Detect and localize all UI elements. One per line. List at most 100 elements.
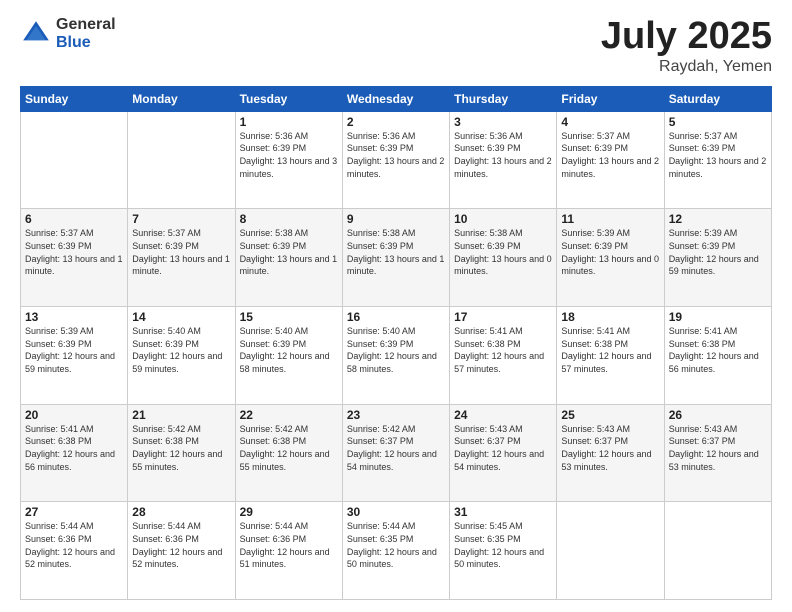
header-friday: Friday xyxy=(557,86,664,111)
day-info: Sunrise: 5:44 AM Sunset: 6:36 PM Dayligh… xyxy=(240,520,338,570)
day-info: Sunrise: 5:39 AM Sunset: 6:39 PM Dayligh… xyxy=(669,227,767,277)
day-number: 14 xyxy=(132,310,230,324)
day-info: Sunrise: 5:44 AM Sunset: 6:36 PM Dayligh… xyxy=(132,520,230,570)
calendar-cell: 18Sunrise: 5:41 AM Sunset: 6:38 PM Dayli… xyxy=(557,307,664,405)
day-info: Sunrise: 5:38 AM Sunset: 6:39 PM Dayligh… xyxy=(454,227,552,277)
day-info: Sunrise: 5:39 AM Sunset: 6:39 PM Dayligh… xyxy=(25,325,123,375)
day-info: Sunrise: 5:40 AM Sunset: 6:39 PM Dayligh… xyxy=(347,325,445,375)
day-info: Sunrise: 5:37 AM Sunset: 6:39 PM Dayligh… xyxy=(132,227,230,277)
calendar-cell: 16Sunrise: 5:40 AM Sunset: 6:39 PM Dayli… xyxy=(342,307,449,405)
day-info: Sunrise: 5:37 AM Sunset: 6:39 PM Dayligh… xyxy=(25,227,123,277)
day-number: 16 xyxy=(347,310,445,324)
header: General Blue July 2025 Raydah, Yemen xyxy=(20,16,772,76)
day-info: Sunrise: 5:44 AM Sunset: 6:35 PM Dayligh… xyxy=(347,520,445,570)
calendar-cell: 6Sunrise: 5:37 AM Sunset: 6:39 PM Daylig… xyxy=(21,209,128,307)
calendar-cell: 13Sunrise: 5:39 AM Sunset: 6:39 PM Dayli… xyxy=(21,307,128,405)
day-info: Sunrise: 5:40 AM Sunset: 6:39 PM Dayligh… xyxy=(132,325,230,375)
calendar-cell: 24Sunrise: 5:43 AM Sunset: 6:37 PM Dayli… xyxy=(450,404,557,502)
calendar-cell: 25Sunrise: 5:43 AM Sunset: 6:37 PM Dayli… xyxy=(557,404,664,502)
day-number: 17 xyxy=(454,310,552,324)
calendar-cell: 10Sunrise: 5:38 AM Sunset: 6:39 PM Dayli… xyxy=(450,209,557,307)
day-info: Sunrise: 5:41 AM Sunset: 6:38 PM Dayligh… xyxy=(454,325,552,375)
title-block: July 2025 Raydah, Yemen xyxy=(601,16,772,76)
day-info: Sunrise: 5:40 AM Sunset: 6:39 PM Dayligh… xyxy=(240,325,338,375)
day-info: Sunrise: 5:41 AM Sunset: 6:38 PM Dayligh… xyxy=(561,325,659,375)
day-info: Sunrise: 5:38 AM Sunset: 6:39 PM Dayligh… xyxy=(240,227,338,277)
calendar-cell: 22Sunrise: 5:42 AM Sunset: 6:38 PM Dayli… xyxy=(235,404,342,502)
calendar-cell: 29Sunrise: 5:44 AM Sunset: 6:36 PM Dayli… xyxy=(235,502,342,600)
day-number: 5 xyxy=(669,115,767,129)
calendar-cell: 27Sunrise: 5:44 AM Sunset: 6:36 PM Dayli… xyxy=(21,502,128,600)
calendar-cell: 30Sunrise: 5:44 AM Sunset: 6:35 PM Dayli… xyxy=(342,502,449,600)
day-number: 8 xyxy=(240,212,338,226)
day-info: Sunrise: 5:42 AM Sunset: 6:37 PM Dayligh… xyxy=(347,423,445,473)
page: General Blue July 2025 Raydah, Yemen Sun… xyxy=(0,0,792,612)
calendar-cell: 12Sunrise: 5:39 AM Sunset: 6:39 PM Dayli… xyxy=(664,209,771,307)
day-number: 27 xyxy=(25,505,123,519)
calendar-cell: 8Sunrise: 5:38 AM Sunset: 6:39 PM Daylig… xyxy=(235,209,342,307)
day-number: 25 xyxy=(561,408,659,422)
day-info: Sunrise: 5:43 AM Sunset: 6:37 PM Dayligh… xyxy=(561,423,659,473)
day-number: 6 xyxy=(25,212,123,226)
day-number: 1 xyxy=(240,115,338,129)
header-wednesday: Wednesday xyxy=(342,86,449,111)
day-info: Sunrise: 5:43 AM Sunset: 6:37 PM Dayligh… xyxy=(669,423,767,473)
calendar-cell: 19Sunrise: 5:41 AM Sunset: 6:38 PM Dayli… xyxy=(664,307,771,405)
day-number: 21 xyxy=(132,408,230,422)
calendar-cell: 20Sunrise: 5:41 AM Sunset: 6:38 PM Dayli… xyxy=(21,404,128,502)
calendar-cell xyxy=(557,502,664,600)
logo-blue: Blue xyxy=(56,34,116,52)
day-number: 20 xyxy=(25,408,123,422)
logo: General Blue xyxy=(20,16,116,51)
day-number: 29 xyxy=(240,505,338,519)
day-info: Sunrise: 5:38 AM Sunset: 6:39 PM Dayligh… xyxy=(347,227,445,277)
day-number: 12 xyxy=(669,212,767,226)
day-number: 9 xyxy=(347,212,445,226)
calendar-week-5: 27Sunrise: 5:44 AM Sunset: 6:36 PM Dayli… xyxy=(21,502,772,600)
calendar-cell: 2Sunrise: 5:36 AM Sunset: 6:39 PM Daylig… xyxy=(342,111,449,209)
day-info: Sunrise: 5:43 AM Sunset: 6:37 PM Dayligh… xyxy=(454,423,552,473)
day-info: Sunrise: 5:44 AM Sunset: 6:36 PM Dayligh… xyxy=(25,520,123,570)
day-number: 4 xyxy=(561,115,659,129)
day-number: 2 xyxy=(347,115,445,129)
calendar-table: Sunday Monday Tuesday Wednesday Thursday… xyxy=(20,86,772,600)
calendar-cell xyxy=(664,502,771,600)
day-number: 30 xyxy=(347,505,445,519)
header-thursday: Thursday xyxy=(450,86,557,111)
calendar-week-2: 6Sunrise: 5:37 AM Sunset: 6:39 PM Daylig… xyxy=(21,209,772,307)
day-info: Sunrise: 5:39 AM Sunset: 6:39 PM Dayligh… xyxy=(561,227,659,277)
day-info: Sunrise: 5:42 AM Sunset: 6:38 PM Dayligh… xyxy=(132,423,230,473)
title-month: July 2025 xyxy=(601,16,772,58)
title-location: Raydah, Yemen xyxy=(601,58,772,76)
logo-text: General Blue xyxy=(56,16,116,51)
day-number: 3 xyxy=(454,115,552,129)
header-tuesday: Tuesday xyxy=(235,86,342,111)
calendar-cell: 4Sunrise: 5:37 AM Sunset: 6:39 PM Daylig… xyxy=(557,111,664,209)
day-info: Sunrise: 5:37 AM Sunset: 6:39 PM Dayligh… xyxy=(669,130,767,180)
calendar-cell: 5Sunrise: 5:37 AM Sunset: 6:39 PM Daylig… xyxy=(664,111,771,209)
calendar-cell: 9Sunrise: 5:38 AM Sunset: 6:39 PM Daylig… xyxy=(342,209,449,307)
day-info: Sunrise: 5:45 AM Sunset: 6:35 PM Dayligh… xyxy=(454,520,552,570)
day-number: 22 xyxy=(240,408,338,422)
day-number: 24 xyxy=(454,408,552,422)
calendar-cell xyxy=(128,111,235,209)
calendar-week-4: 20Sunrise: 5:41 AM Sunset: 6:38 PM Dayli… xyxy=(21,404,772,502)
day-number: 15 xyxy=(240,310,338,324)
calendar-cell: 31Sunrise: 5:45 AM Sunset: 6:35 PM Dayli… xyxy=(450,502,557,600)
calendar-cell: 15Sunrise: 5:40 AM Sunset: 6:39 PM Dayli… xyxy=(235,307,342,405)
header-monday: Monday xyxy=(128,86,235,111)
calendar-cell: 14Sunrise: 5:40 AM Sunset: 6:39 PM Dayli… xyxy=(128,307,235,405)
day-number: 18 xyxy=(561,310,659,324)
day-number: 19 xyxy=(669,310,767,324)
calendar-week-1: 1Sunrise: 5:36 AM Sunset: 6:39 PM Daylig… xyxy=(21,111,772,209)
logo-general: General xyxy=(56,16,116,34)
calendar-cell: 26Sunrise: 5:43 AM Sunset: 6:37 PM Dayli… xyxy=(664,404,771,502)
calendar-cell: 28Sunrise: 5:44 AM Sunset: 6:36 PM Dayli… xyxy=(128,502,235,600)
day-number: 7 xyxy=(132,212,230,226)
calendar-cell: 7Sunrise: 5:37 AM Sunset: 6:39 PM Daylig… xyxy=(128,209,235,307)
day-number: 11 xyxy=(561,212,659,226)
calendar-cell: 17Sunrise: 5:41 AM Sunset: 6:38 PM Dayli… xyxy=(450,307,557,405)
day-info: Sunrise: 5:36 AM Sunset: 6:39 PM Dayligh… xyxy=(240,130,338,180)
day-number: 26 xyxy=(669,408,767,422)
header-sunday: Sunday xyxy=(21,86,128,111)
